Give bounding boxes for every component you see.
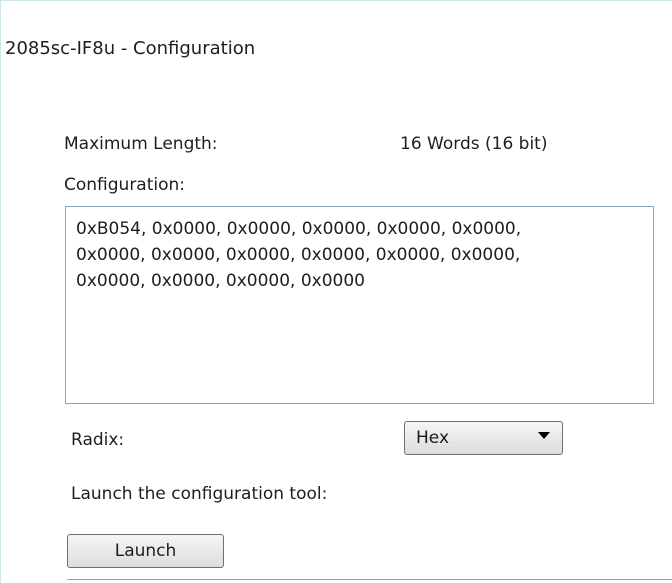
chevron-down-icon <box>538 432 550 439</box>
page-title: 2085sc-IF8u - Configuration <box>5 38 256 59</box>
launch-label: Launch the configuration tool: <box>71 484 328 504</box>
radix-selected-value: Hex <box>416 428 450 448</box>
launch-button[interactable]: Launch <box>67 534 224 568</box>
radix-dropdown[interactable]: Hex <box>404 421 563 455</box>
configuration-label: Configuration: <box>64 175 186 195</box>
max-length-label: Maximum Length: <box>64 134 218 154</box>
max-length-value: 16 Words (16 bit) <box>400 134 548 154</box>
configuration-panel: 2085sc-IF8u - Configuration Maximum Leng… <box>0 0 672 583</box>
radix-label: Radix: <box>71 430 125 450</box>
configuration-textarea[interactable]: 0xB054, 0x0000, 0x0000, 0x0000, 0x0000, … <box>65 206 654 404</box>
divider <box>67 579 672 580</box>
